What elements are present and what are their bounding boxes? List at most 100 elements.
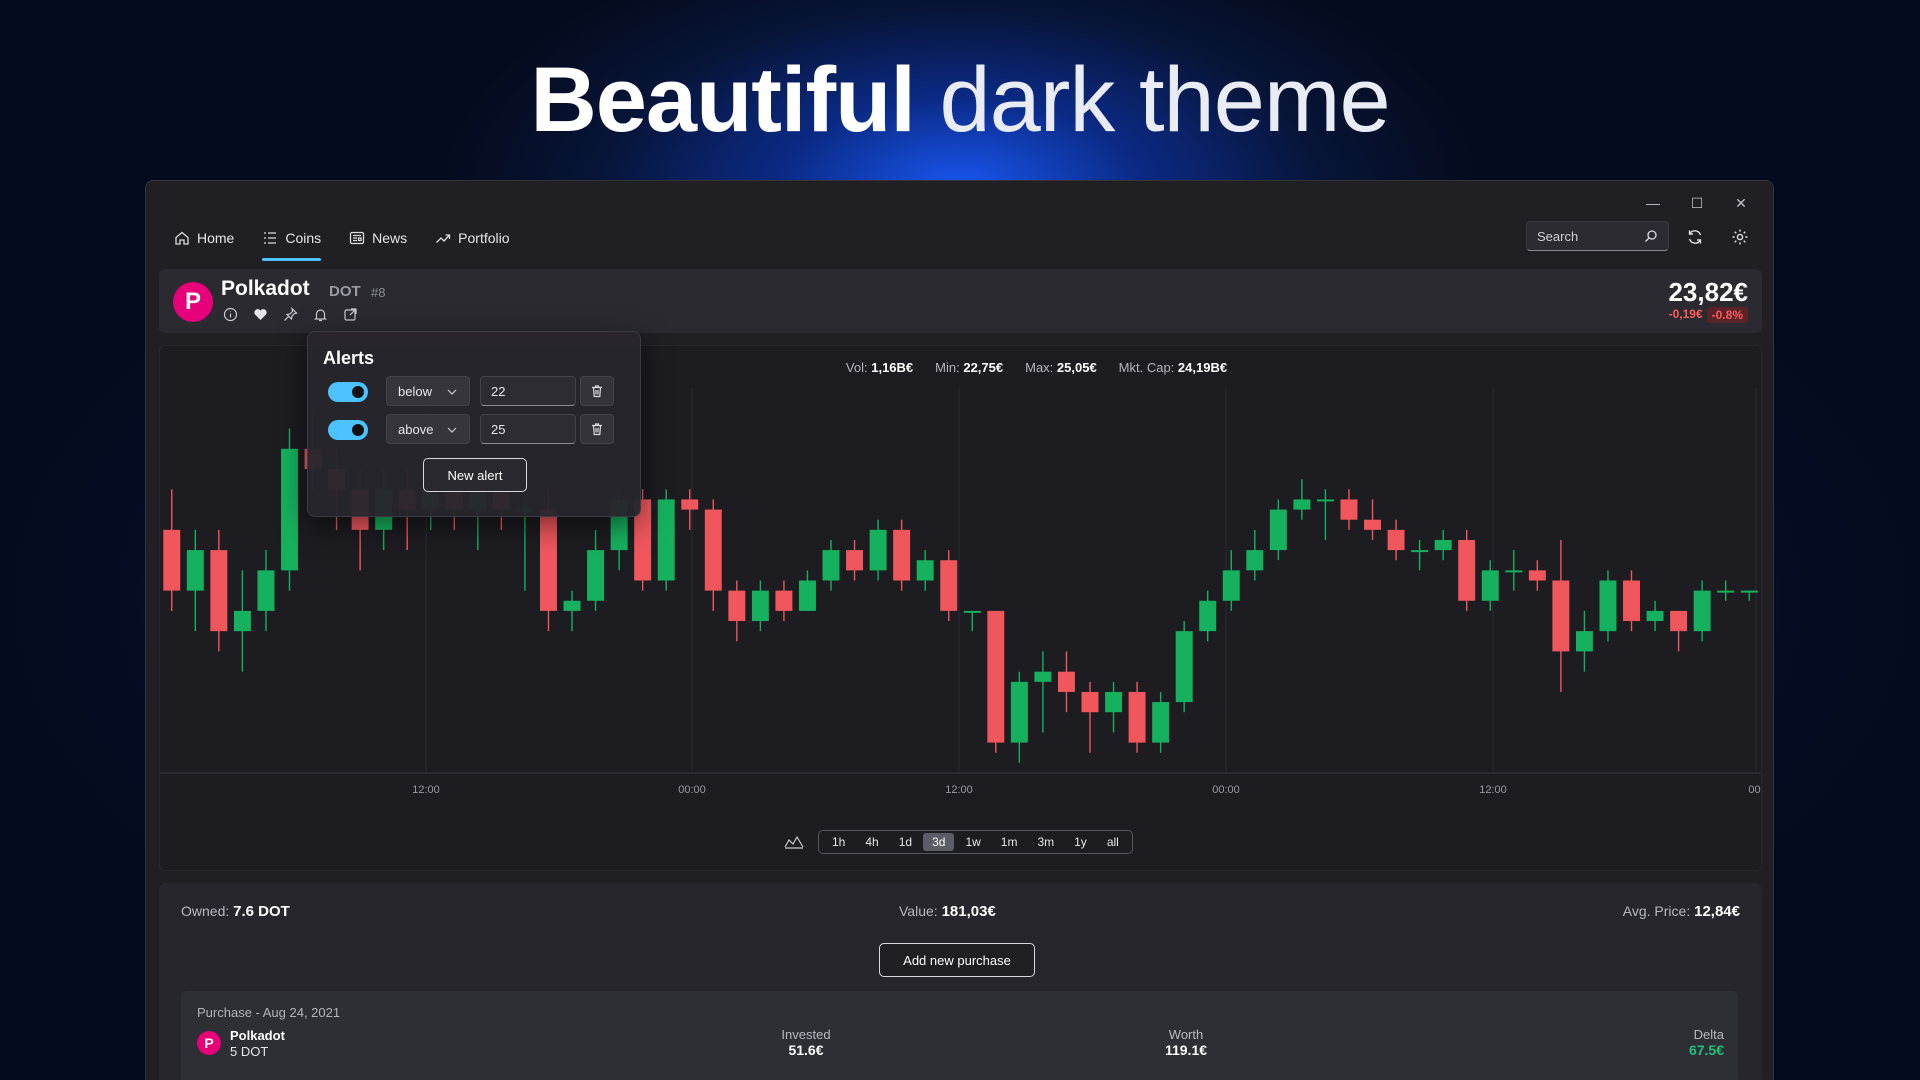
timeframe-1h[interactable]: 1h <box>823 833 854 851</box>
timeframe-1y[interactable]: 1y <box>1065 833 1096 851</box>
favorite-button[interactable] <box>251 305 269 323</box>
stat-label: Value: <box>899 903 938 919</box>
timeframe-4h[interactable]: 4h <box>856 833 887 851</box>
candle[interactable] <box>1222 550 1240 611</box>
trash-icon <box>592 423 602 436</box>
candle[interactable] <box>210 529 228 652</box>
candle[interactable] <box>1010 671 1028 763</box>
candle[interactable] <box>1670 610 1688 652</box>
candle[interactable] <box>1717 580 1735 601</box>
alert-condition-select[interactable]: above <box>386 414 470 444</box>
candle[interactable] <box>1599 570 1617 642</box>
worth-value: 119.1€ <box>1164 1042 1208 1058</box>
info-button[interactable] <box>221 305 239 323</box>
timeframe-3m[interactable]: 3m <box>1028 833 1063 851</box>
candle[interactable] <box>1693 580 1711 642</box>
candle[interactable] <box>916 550 934 591</box>
area-chart-icon[interactable] <box>784 834 804 850</box>
candle[interactable] <box>186 529 204 632</box>
new-alert-button[interactable]: New alert <box>423 458 527 492</box>
candle[interactable] <box>1034 651 1052 733</box>
candle[interactable] <box>846 539 864 581</box>
settings-button[interactable] <box>1726 223 1754 251</box>
candle[interactable] <box>1246 529 1264 581</box>
timeframe-1m[interactable]: 1m <box>992 833 1027 851</box>
candle[interactable] <box>893 519 911 591</box>
candle[interactable] <box>1057 651 1075 713</box>
candle[interactable] <box>1411 539 1429 571</box>
alert-value-input[interactable]: 22 <box>480 376 576 406</box>
candle[interactable] <box>1434 529 1452 561</box>
nav-item-coins[interactable]: Coins <box>248 221 335 261</box>
alert-toggle[interactable] <box>328 382 368 402</box>
candle[interactable] <box>563 590 581 632</box>
candle[interactable] <box>1340 489 1358 530</box>
candle[interactable] <box>1740 590 1758 601</box>
candle[interactable] <box>775 580 793 622</box>
delete-alert-button[interactable] <box>580 376 614 406</box>
purchase-amount: 5 DOT <box>230 1044 269 1059</box>
pin-button[interactable] <box>281 305 299 323</box>
candle[interactable] <box>1481 560 1499 611</box>
candle[interactable] <box>257 550 275 632</box>
alert-condition-select[interactable]: below <box>386 376 470 406</box>
stat-label: Max: <box>1025 360 1054 375</box>
timeframe-3d[interactable]: 3d <box>923 833 955 851</box>
candle[interactable] <box>1316 489 1334 540</box>
nav-item-news[interactable]: News <box>335 221 421 255</box>
candle[interactable] <box>163 489 181 611</box>
candle[interactable] <box>1293 479 1311 520</box>
maximize-button[interactable]: ☐ <box>1675 189 1719 217</box>
candle[interactable] <box>728 580 746 642</box>
candle[interactable] <box>233 570 251 672</box>
timeframe-1w[interactable]: 1w <box>956 833 989 851</box>
candle[interactable] <box>1387 519 1405 561</box>
candle[interactable] <box>1575 610 1593 672</box>
candle[interactable] <box>1175 621 1193 713</box>
nav-item-portfolio[interactable]: Portfolio <box>421 221 523 255</box>
candle[interactable] <box>1528 560 1546 591</box>
candle[interactable] <box>1081 681 1099 753</box>
candle[interactable] <box>704 499 722 611</box>
candle[interactable] <box>1105 681 1123 733</box>
timeframe-1d[interactable]: 1d <box>890 833 921 851</box>
candle-body <box>1411 550 1429 553</box>
alert-value-input[interactable]: 25 <box>480 414 576 444</box>
candle[interactable] <box>869 519 887 581</box>
nav-item-home[interactable]: Home <box>160 221 248 255</box>
timeframe-all[interactable]: all <box>1098 833 1128 851</box>
open-external-button[interactable] <box>341 305 359 323</box>
candle[interactable] <box>587 529 605 611</box>
candle[interactable] <box>1364 499 1381 540</box>
candle[interactable] <box>681 489 699 530</box>
candle[interactable] <box>751 580 769 632</box>
close-button[interactable]: ✕ <box>1719 189 1763 217</box>
minimize-button[interactable]: — <box>1631 189 1675 217</box>
delete-alert-button[interactable] <box>580 414 614 444</box>
candle[interactable] <box>822 539 840 591</box>
candle[interactable] <box>1552 539 1570 692</box>
candle[interactable] <box>1269 499 1287 561</box>
candle[interactable] <box>1505 550 1523 591</box>
candle[interactable] <box>1152 691 1170 753</box>
candle-body <box>540 509 557 611</box>
add-purchase-button[interactable]: Add new purchase <box>879 943 1035 977</box>
purchase-card[interactable]: Purchase - Aug 24, 2021 P Polkadot 5 DOT… <box>181 991 1738 1080</box>
polkadot-logo-small: P <box>197 1031 221 1055</box>
refresh-button[interactable] <box>1681 223 1709 251</box>
candle[interactable] <box>1646 600 1664 632</box>
candle[interactable] <box>1623 570 1640 632</box>
candle[interactable] <box>963 610 981 632</box>
candle[interactable] <box>281 428 298 591</box>
candle[interactable] <box>1199 590 1217 642</box>
candle[interactable] <box>1458 529 1476 611</box>
candle[interactable] <box>1128 681 1146 753</box>
alert-button[interactable] <box>311 305 329 323</box>
candle[interactable] <box>987 610 1005 753</box>
search-box[interactable] <box>1526 221 1669 251</box>
candle[interactable] <box>657 489 675 591</box>
candle[interactable] <box>940 550 958 622</box>
candle[interactable] <box>798 570 816 611</box>
search-input[interactable] <box>1537 228 1637 244</box>
alert-toggle[interactable] <box>328 420 368 440</box>
